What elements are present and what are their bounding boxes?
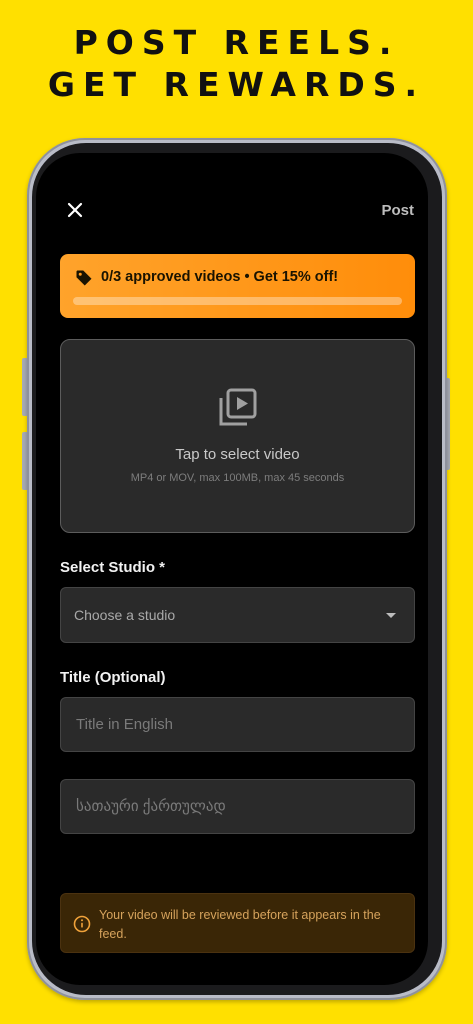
approved-videos-progress	[73, 297, 402, 305]
select-video-area[interactable]: Tap to select video MP4 or MOV, max 100M…	[60, 339, 415, 533]
close-button[interactable]	[64, 199, 86, 221]
studio-label: Select Studio *	[60, 559, 166, 576]
review-notice-text: Your video will be reviewed before it ap…	[99, 908, 381, 941]
video-library-icon	[219, 388, 257, 426]
title-georgian-input[interactable]	[60, 779, 415, 834]
discount-banner: 0/3 approved videos • Get 15% off!	[60, 254, 415, 318]
headline-line-1: POST REELS.	[73, 23, 400, 62]
app-screen: Post 0/3 approved videos • Get 15% off! …	[36, 153, 428, 985]
info-icon	[73, 915, 91, 933]
caret-down-icon	[386, 613, 396, 618]
select-video-title: Tap to select video	[175, 446, 300, 463]
studio-select-value: Choose a studio	[74, 607, 176, 623]
close-icon	[67, 202, 83, 218]
post-button[interactable]: Post	[381, 202, 414, 219]
select-video-hint: MP4 or MOV, max 100MB, max 45 seconds	[130, 472, 345, 484]
review-notice: Your video will be reviewed before it ap…	[60, 893, 415, 953]
tag-icon	[76, 270, 92, 286]
title-english-input[interactable]	[60, 697, 415, 752]
headline-line-2: GET REWARDS.	[47, 65, 426, 104]
title-label: Title (Optional)	[60, 669, 166, 686]
discount-banner-text: 0/3 approved videos • Get 15% off!	[101, 269, 339, 285]
studio-select[interactable]: Choose a studio	[60, 587, 415, 643]
